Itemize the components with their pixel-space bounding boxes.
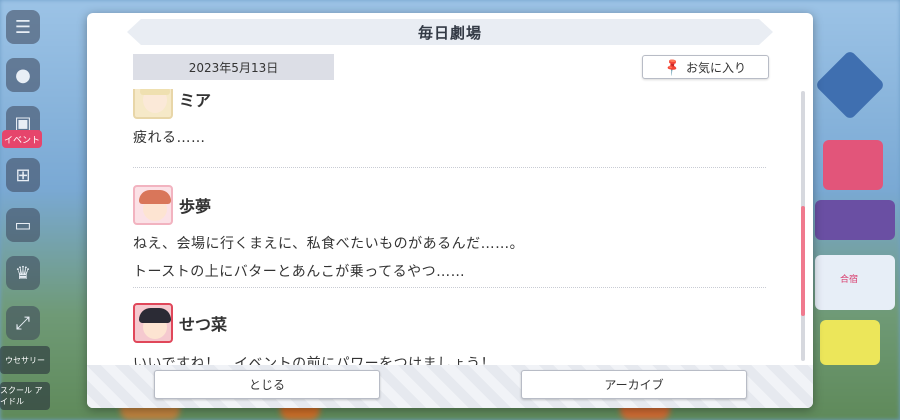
chat-icon[interactable]: ●: [6, 58, 40, 92]
daily-theater-dialog: 毎日劇場 2023年5月13日 📌 お気に入り ミア 疲れる…… 歩夢 ねえ、会…: [87, 13, 813, 408]
archive-label: アーカイブ: [604, 378, 664, 392]
dialogue-line: ねえ、会場に行くまえに、私食べたいものがあるんだ……。: [133, 236, 525, 252]
accessory-label-text: ウセサリー: [5, 355, 45, 365]
camp-label: 合宿: [840, 275, 859, 285]
school-idol-label-text: スクール アイドル: [0, 386, 43, 406]
dialogue-entry: せつ菜 いいですね！ イベントの前にパワーをつけましょう！: [133, 303, 766, 366]
dialogue-line: 疲れる……: [133, 130, 206, 146]
archive-button[interactable]: アーカイブ: [521, 370, 747, 399]
dialog-title-bar: 毎日劇場: [127, 19, 773, 45]
expand-icon[interactable]: ⤢: [6, 306, 40, 340]
background-tile: [820, 320, 880, 365]
close-label: とじる: [248, 378, 285, 392]
left-menu-rail: ☰ ● ▣ イベント ⊞ ▭ ♛ ⤢ ウセサリー スクール アイドル: [0, 0, 50, 420]
background-tile: [823, 140, 883, 190]
entry-divider: [133, 287, 766, 288]
school-idol-label[interactable]: スクール アイドル: [0, 382, 50, 410]
favorite-label: お気に入り: [685, 60, 746, 75]
setsuna-avatar: [133, 303, 173, 343]
pin-icon: 📌: [662, 56, 683, 78]
avatar-hair: [139, 308, 171, 323]
event-badge-label: イベント: [3, 135, 40, 146]
dialogue-entry: ミア 疲れる……: [133, 89, 766, 147]
background-tile: [815, 200, 895, 240]
speaker-name: せつ菜: [179, 315, 228, 334]
dialogue-line: トーストの上にバターとあんこが乗ってるやつ……: [133, 264, 466, 280]
right-menu-rail: 合宿: [805, 0, 900, 420]
speaker-name: 歩夢: [179, 197, 212, 216]
menu-icon[interactable]: ☰: [6, 10, 40, 44]
ayumu-avatar: [133, 185, 173, 225]
scrollbar[interactable]: [801, 91, 805, 361]
entry-divider: [133, 167, 766, 168]
background-tile: [814, 49, 886, 121]
trophy-icon[interactable]: ♛: [6, 256, 40, 290]
mia-avatar: [133, 89, 173, 119]
close-button[interactable]: とじる: [154, 370, 380, 399]
accessory-label[interactable]: ウセサリー: [0, 346, 50, 374]
avatar-hair: [140, 89, 170, 95]
present-icon[interactable]: ⊞: [6, 158, 40, 192]
event-badge[interactable]: イベント: [2, 130, 42, 148]
date-label: 2023年5月13日: [133, 54, 334, 80]
favorite-button[interactable]: 📌 お気に入り: [642, 55, 769, 79]
dialog-title: 毎日劇場: [417, 23, 482, 42]
screen-icon[interactable]: ▭: [6, 208, 40, 242]
dialogue-list[interactable]: ミア 疲れる…… 歩夢 ねえ、会場に行くまえに、私食べたいものがあるんだ……。 …: [133, 89, 768, 366]
speaker-name: ミア: [179, 91, 212, 110]
avatar-hair: [139, 190, 171, 204]
dialogue-entry: 歩夢 ねえ、会場に行くまえに、私食べたいものがあるんだ……。 トーストの上にバタ…: [133, 185, 766, 281]
scrollbar-thumb[interactable]: [801, 206, 805, 316]
